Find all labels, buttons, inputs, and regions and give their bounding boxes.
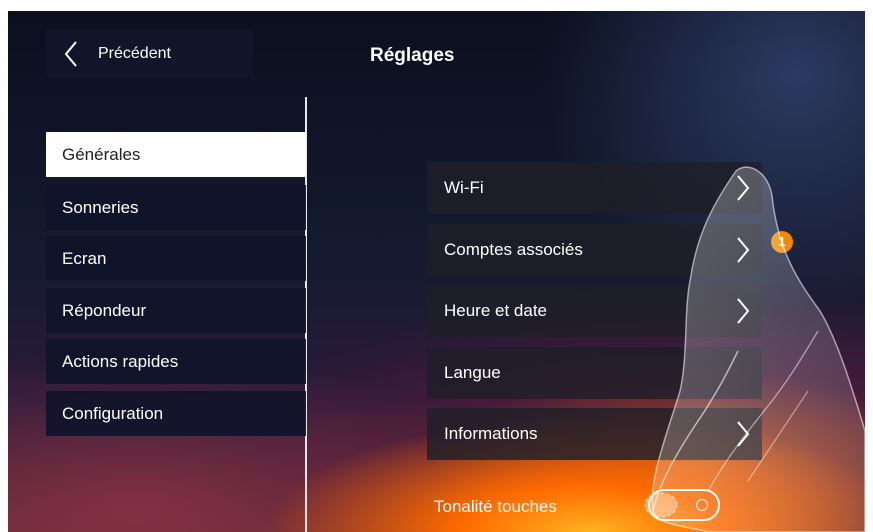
- menu-item-label: Informations: [444, 424, 538, 443]
- menu-item-informations[interactable]: Informations: [427, 408, 762, 460]
- menu-item-wifi[interactable]: Wi-Fi: [427, 162, 762, 214]
- callout-badge: 1: [771, 231, 793, 253]
- menu-item-comptes-associes[interactable]: Comptes associés: [427, 224, 762, 276]
- chevron-right-icon: [737, 298, 750, 324]
- menu-item-label: Heure et date: [444, 301, 548, 320]
- sidebar-item-sonneries[interactable]: Sonneries: [46, 185, 306, 230]
- back-label: Précédent: [98, 44, 171, 62]
- menu-item-label: Wi-Fi: [444, 178, 484, 197]
- sidebar-item-repondeur[interactable]: Répondeur: [46, 288, 306, 333]
- chevron-right-icon: [737, 175, 750, 201]
- menu-item-heure-et-date[interactable]: Heure et date: [427, 285, 762, 337]
- page-title: Réglages: [370, 45, 455, 66]
- chevron-right-icon: [737, 237, 750, 263]
- chevron-left-icon: [64, 40, 77, 67]
- device-screen: Précédent Réglages Générales Sonneries E…: [8, 11, 865, 532]
- back-button[interactable]: Précédent: [46, 30, 253, 77]
- toggle-label: Tonalité touches: [434, 497, 557, 516]
- sidebar-item-ecran[interactable]: Ecran: [46, 236, 306, 281]
- menu-item-label: Langue: [444, 363, 501, 382]
- menu-item-label: Comptes associés: [444, 240, 583, 259]
- chevron-right-icon: [737, 421, 750, 447]
- key-tone-toggle[interactable]: [648, 489, 720, 521]
- menu-item-langue[interactable]: Langue: [427, 347, 762, 399]
- sidebar-item-generales[interactable]: Générales: [46, 132, 306, 177]
- sidebar-item-actions-rapides[interactable]: Actions rapides: [46, 339, 306, 384]
- toggle-knob: [696, 499, 708, 511]
- sidebar-item-configuration[interactable]: Configuration: [46, 391, 306, 436]
